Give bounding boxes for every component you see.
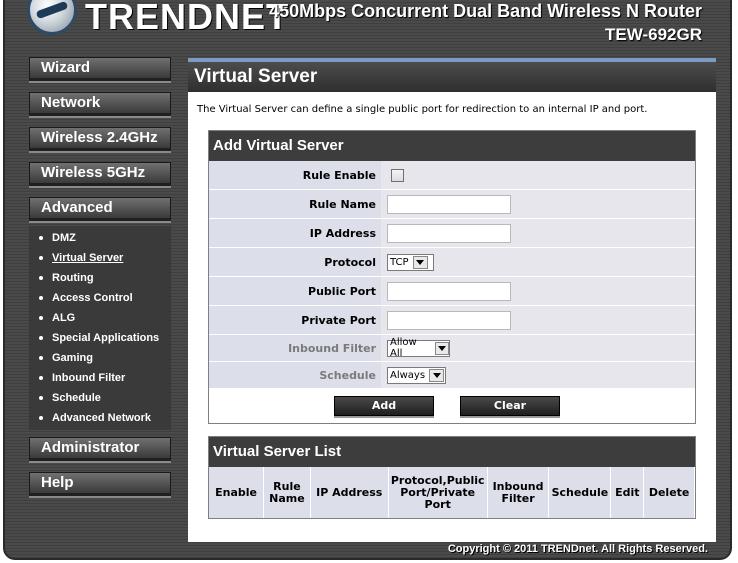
bullet-icon xyxy=(39,396,43,401)
protocol-row: Protocol TCP xyxy=(209,248,695,277)
bullet-icon xyxy=(39,336,43,341)
rule-name-row: Rule Name xyxy=(209,190,695,219)
column-header-protocol-ports: Protocol,Public Port/Private Port xyxy=(388,467,488,518)
chevron-down-icon xyxy=(412,255,428,269)
menu-wireless-5ghz[interactable]: Wireless 5GHz xyxy=(29,162,171,186)
rule-enable-row: Rule Enable xyxy=(209,161,695,190)
private-port-row: Private Port xyxy=(209,306,695,335)
menu-network[interactable]: Network xyxy=(29,92,171,116)
bullet-icon xyxy=(39,356,43,361)
menu-advanced[interactable]: Advanced xyxy=(29,197,171,221)
column-header-inbound-filter: Inbound Filter xyxy=(487,467,550,518)
protocol-label: Protocol xyxy=(209,248,381,276)
ip-address-row: IP Address xyxy=(209,219,695,248)
submenu-item-routing[interactable]: Routing xyxy=(29,268,171,288)
menu-wireless-24ghz[interactable]: Wireless 2.4GHz xyxy=(29,127,171,151)
router-frame: TRENDNET 450Mbps Concurrent Dual Band Wi… xyxy=(3,0,732,560)
submenu-item-inbound-filter[interactable]: Inbound Filter xyxy=(29,368,171,388)
private-port-input[interactable] xyxy=(387,310,511,330)
page-title: Virtual Server xyxy=(188,62,716,92)
add-button[interactable]: Add xyxy=(334,396,434,416)
rule-name-label: Rule Name xyxy=(209,190,381,218)
inbound-filter-select[interactable]: Allow All xyxy=(387,337,450,359)
rule-name-input[interactable] xyxy=(387,194,511,214)
rule-enable-checkbox[interactable] xyxy=(391,168,404,182)
column-header-enable: Enable xyxy=(209,467,265,518)
submenu-item-dmz[interactable]: DMZ xyxy=(29,228,171,248)
advanced-submenu: DMZ Virtual Server Routing Access Contro… xyxy=(29,226,171,430)
trendnet-logo: TRENDNET xyxy=(27,0,289,37)
add-virtual-server-panel: Add Virtual Server Rule Enable Rule Name… xyxy=(208,130,696,424)
public-port-row: Public Port xyxy=(209,277,695,306)
inbound-filter-select-value: Allow All xyxy=(390,337,417,359)
copyright-footer: Copyright © 2011 TRENDnet. All Rights Re… xyxy=(447,543,708,555)
schedule-label: Schedule xyxy=(209,362,381,388)
column-header-schedule: Schedule xyxy=(548,467,612,518)
protocol-select-value: TCP xyxy=(390,256,409,268)
schedule-row: Schedule Always xyxy=(209,362,695,389)
submenu-item-alg[interactable]: ALG xyxy=(29,308,171,328)
form-button-row: Add Clear xyxy=(209,389,695,423)
submenu-item-gaming[interactable]: Gaming xyxy=(29,348,171,368)
public-port-input[interactable] xyxy=(387,281,511,301)
menu-help[interactable]: Help xyxy=(29,472,171,496)
bullet-icon xyxy=(39,236,43,241)
content-area: Virtual Server The Virtual Server can de… xyxy=(188,58,716,542)
column-header-edit: Edit xyxy=(610,467,645,518)
submenu-item-virtual-server[interactable]: Virtual Server xyxy=(29,248,171,268)
column-header-rule-name: Rule Name xyxy=(263,467,311,518)
inbound-filter-row: Inbound Filter Allow All xyxy=(209,335,695,362)
schedule-select-value: Always xyxy=(390,369,426,381)
inbound-filter-label: Inbound Filter xyxy=(209,335,381,361)
submenu-item-schedule[interactable]: Schedule xyxy=(29,388,171,408)
chevron-down-icon xyxy=(429,368,445,382)
public-port-label: Public Port xyxy=(209,277,381,305)
private-port-label: Private Port xyxy=(209,306,381,334)
product-model: TEW-692GR xyxy=(605,25,702,44)
schedule-select[interactable]: Always xyxy=(387,366,446,384)
submenu-item-advanced-network[interactable]: Advanced Network xyxy=(29,408,171,428)
bullet-icon xyxy=(39,416,43,421)
protocol-select[interactable]: TCP xyxy=(387,253,434,271)
rule-enable-label: Rule Enable xyxy=(209,161,381,189)
bullet-icon xyxy=(39,316,43,321)
virtual-server-list-panel: Virtual Server List Enable Rule Name IP … xyxy=(208,436,696,519)
trendnet-logo-icon xyxy=(27,0,77,35)
bullet-icon xyxy=(39,376,43,381)
clear-button[interactable]: Clear xyxy=(460,396,560,416)
virtual-server-list-title: Virtual Server List xyxy=(209,437,695,467)
brand-name: TRENDNET xyxy=(85,0,289,37)
chevron-down-icon xyxy=(434,341,449,355)
product-title: 450Mbps Concurrent Dual Band Wireless N … xyxy=(269,1,702,21)
virtual-server-table: Enable Rule Name IP Address Protocol,Pub… xyxy=(209,467,695,518)
submenu-item-special-applications[interactable]: Special Applications xyxy=(29,328,171,348)
bullet-icon xyxy=(39,276,43,281)
menu-administrator[interactable]: Administrator xyxy=(29,437,171,461)
table-header-row: Enable Rule Name IP Address Protocol,Pub… xyxy=(209,467,695,518)
column-header-ip-address: IP Address xyxy=(310,467,389,518)
submenu-item-access-control[interactable]: Access Control xyxy=(29,288,171,308)
add-virtual-server-title: Add Virtual Server xyxy=(209,131,695,161)
page-description: The Virtual Server can define a single p… xyxy=(197,104,648,115)
column-header-delete: Delete xyxy=(643,467,695,518)
bullet-icon xyxy=(39,296,43,301)
ip-address-input[interactable] xyxy=(387,223,511,243)
bullet-icon xyxy=(39,256,43,261)
ip-address-label: IP Address xyxy=(209,219,381,247)
menu-wizard[interactable]: Wizard xyxy=(29,57,171,81)
